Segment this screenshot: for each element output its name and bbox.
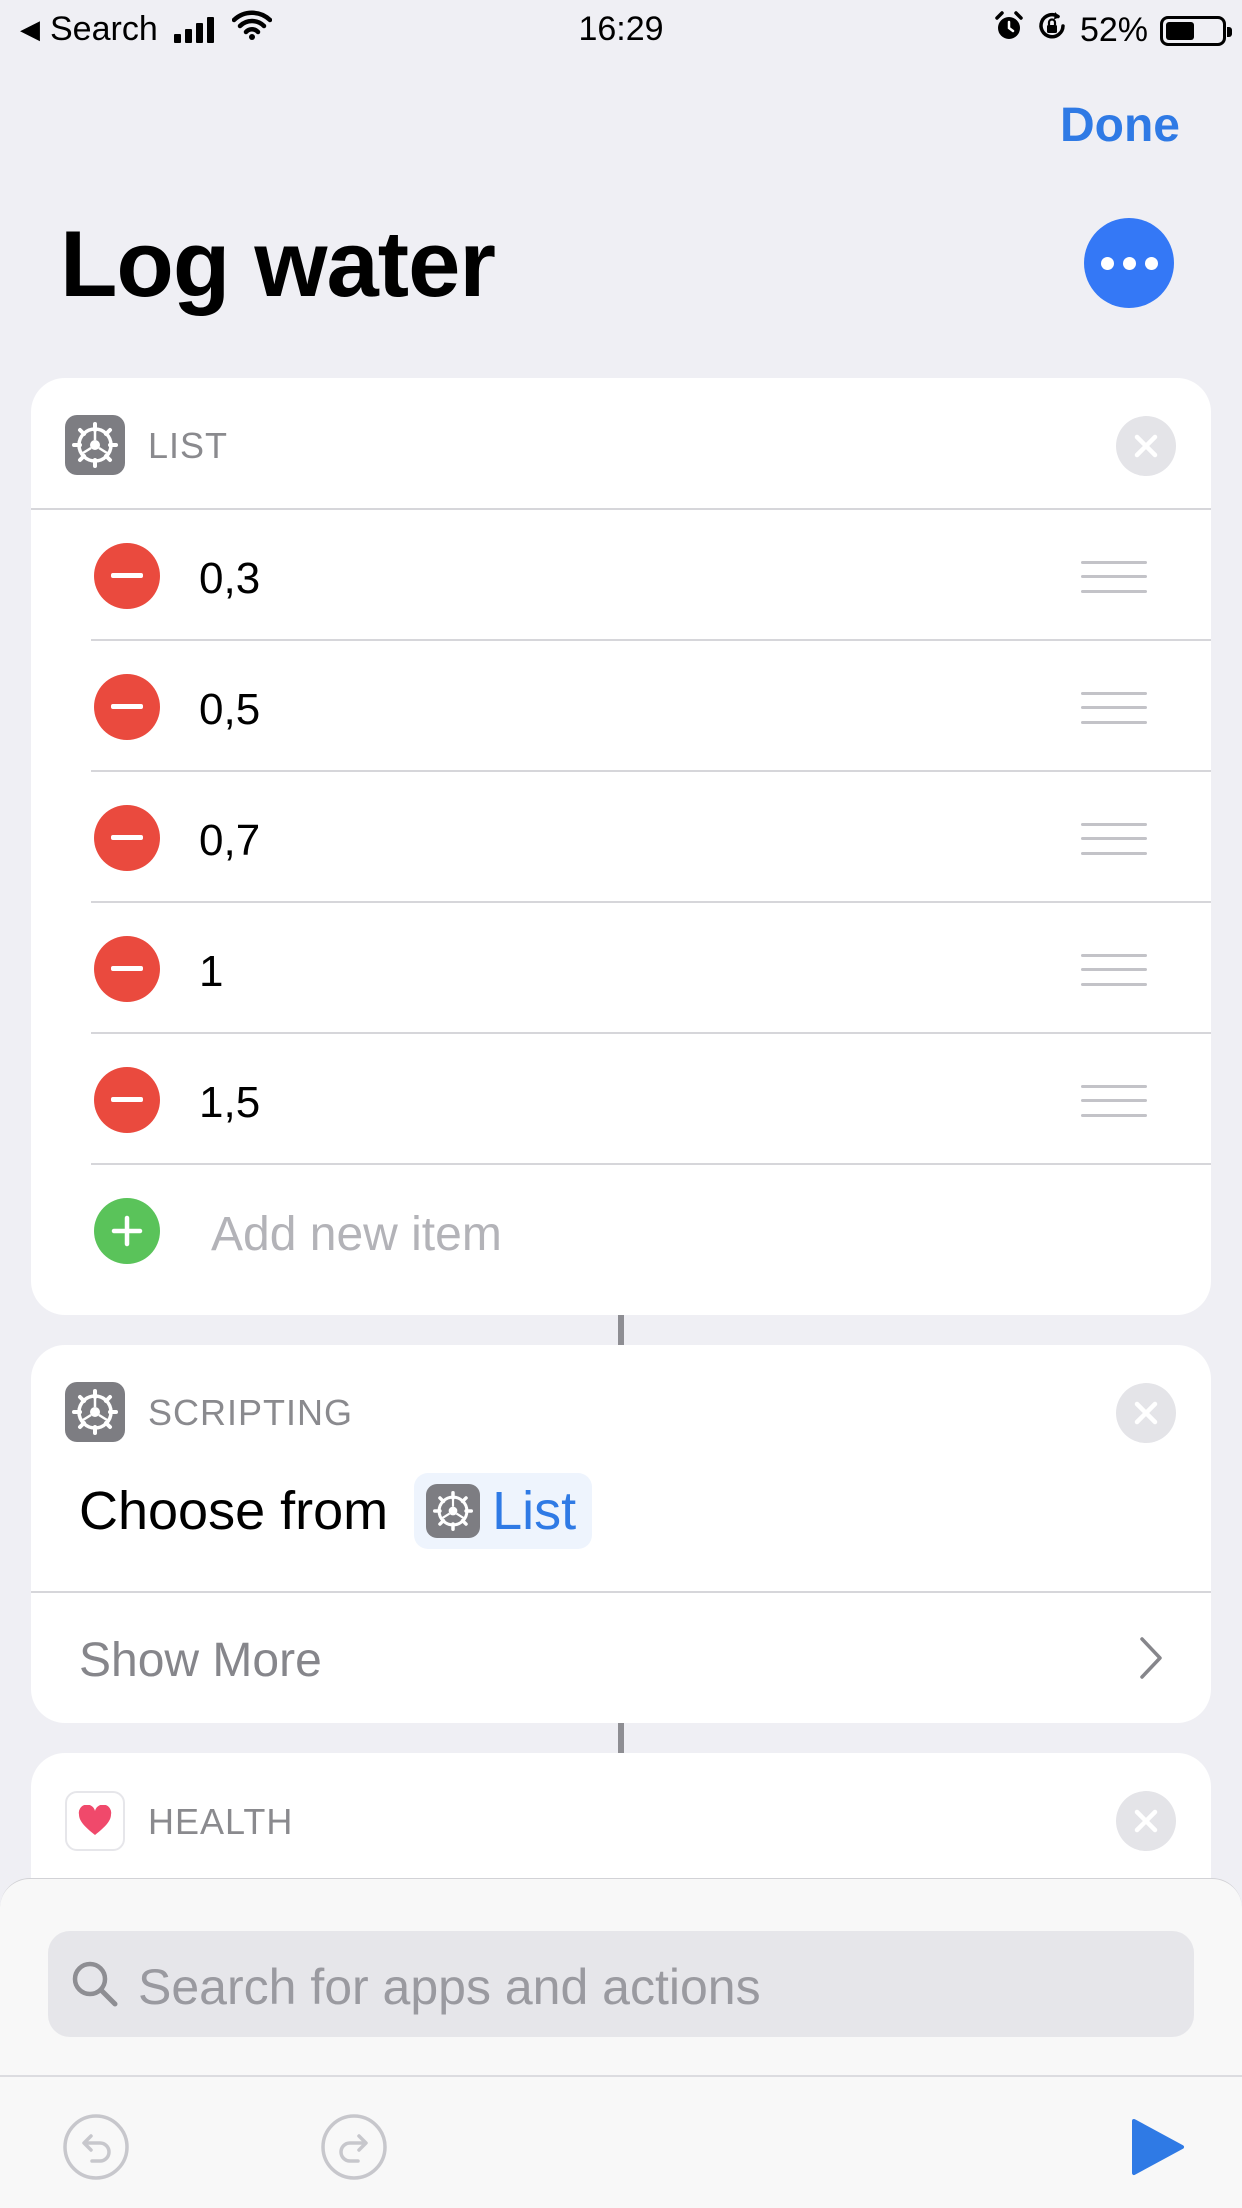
list-item-value[interactable]: 0,5 — [199, 685, 260, 735]
undo-icon — [63, 2114, 129, 2180]
category-label: HEALTH — [148, 1801, 294, 1842]
reorder-handle-icon[interactable] — [1081, 691, 1147, 724]
alarm-icon — [994, 10, 1024, 51]
close-icon — [1134, 1401, 1158, 1425]
remove-action-button[interactable] — [1116, 1383, 1176, 1443]
close-icon — [1134, 434, 1158, 458]
battery-percent: 52% — [1079, 11, 1148, 49]
delete-item-button[interactable] — [94, 935, 160, 1002]
minus-icon — [111, 835, 143, 840]
screen: ◀ Search 16:29 52% Done Log water LIST 0… — [0, 0, 1242, 2208]
shortcut-title: Log water — [60, 211, 496, 316]
status-bar: ◀ Search 16:29 52% — [0, 0, 1242, 60]
battery-icon — [1160, 15, 1232, 46]
list-item-value[interactable]: 1,5 — [199, 1078, 260, 1128]
list-action-header: LIST — [31, 378, 1211, 508]
list-item[interactable]: 0,7 — [31, 772, 1211, 903]
battery-level — [1166, 21, 1195, 40]
add-item-row[interactable]: Add new item — [31, 1165, 1211, 1296]
delete-item-button[interactable] — [94, 1066, 160, 1133]
plus-icon — [111, 1215, 143, 1246]
list-item[interactable]: 0,5 — [31, 641, 1211, 772]
play-icon — [1132, 2119, 1184, 2175]
category-label: SCRIPTING — [148, 1392, 354, 1433]
list-action-card: LIST 0,3 0,5 0,7 1 1,5 Add new item — [31, 378, 1211, 1315]
remove-action-button[interactable] — [1116, 1791, 1176, 1851]
gear-icon — [65, 1382, 125, 1442]
list-item-value[interactable]: 1 — [199, 947, 223, 997]
reorder-handle-icon[interactable] — [1081, 953, 1147, 986]
add-item-placeholder[interactable]: Add new item — [211, 1207, 502, 1262]
choose-from-list-card: SCRIPTING Choose from List Show More — [31, 1345, 1211, 1723]
list-variable-token[interactable]: List — [414, 1473, 593, 1549]
minus-icon — [111, 1097, 143, 1102]
undo-button[interactable] — [62, 2113, 130, 2186]
gear-icon — [426, 1484, 481, 1538]
list-item-value[interactable]: 0,3 — [199, 554, 260, 604]
delete-item-button[interactable] — [94, 804, 160, 871]
list-item-value[interactable]: 0,7 — [199, 816, 260, 866]
list-item[interactable]: 0,3 — [31, 510, 1211, 641]
heart-icon — [65, 1791, 125, 1851]
list-item[interactable]: 1,5 — [31, 1034, 1211, 1165]
done-button[interactable]: Done — [1060, 98, 1180, 153]
redo-icon — [321, 2114, 387, 2180]
action-connector — [618, 1723, 624, 1753]
actions-bottom-panel: Search for apps and actions — [0, 1878, 1242, 2208]
redo-button[interactable] — [320, 2113, 388, 2186]
show-more-label: Show More — [79, 1634, 322, 1687]
run-shortcut-button[interactable] — [1130, 2117, 1186, 2182]
list-item[interactable]: 1 — [31, 903, 1211, 1034]
status-indicators: 52% — [994, 10, 1232, 51]
reorder-handle-icon[interactable] — [1081, 1084, 1147, 1117]
delete-item-button[interactable] — [94, 673, 160, 740]
choose-from-label: Choose from — [79, 1481, 389, 1541]
gear-icon — [65, 415, 125, 475]
minus-icon — [111, 704, 143, 709]
search-icon — [70, 1959, 120, 2014]
ellipsis-icon — [1100, 256, 1114, 270]
delete-item-button[interactable] — [94, 542, 160, 609]
category-label: LIST — [148, 425, 229, 466]
search-placeholder: Search for apps and actions — [138, 1959, 761, 2015]
rotation-lock-icon — [1036, 10, 1068, 51]
chevron-right-icon — [1139, 1636, 1163, 1685]
reorder-handle-icon[interactable] — [1081, 822, 1147, 855]
reorder-handle-icon[interactable] — [1081, 560, 1147, 593]
minus-icon — [111, 573, 143, 578]
show-more-row[interactable]: Show More — [31, 1593, 1211, 1723]
minus-icon — [111, 966, 143, 971]
choose-from-line: Choose from List — [79, 1473, 593, 1549]
more-options-button[interactable] — [1084, 218, 1174, 308]
variable-label: List — [492, 1481, 577, 1541]
remove-action-button[interactable] — [1116, 416, 1176, 476]
add-item-button[interactable] — [94, 1197, 160, 1264]
action-connector — [618, 1315, 624, 1345]
search-input[interactable]: Search for apps and actions — [48, 1931, 1194, 2037]
health-action-header: HEALTH — [31, 1753, 1211, 1883]
close-icon — [1134, 1809, 1158, 1833]
